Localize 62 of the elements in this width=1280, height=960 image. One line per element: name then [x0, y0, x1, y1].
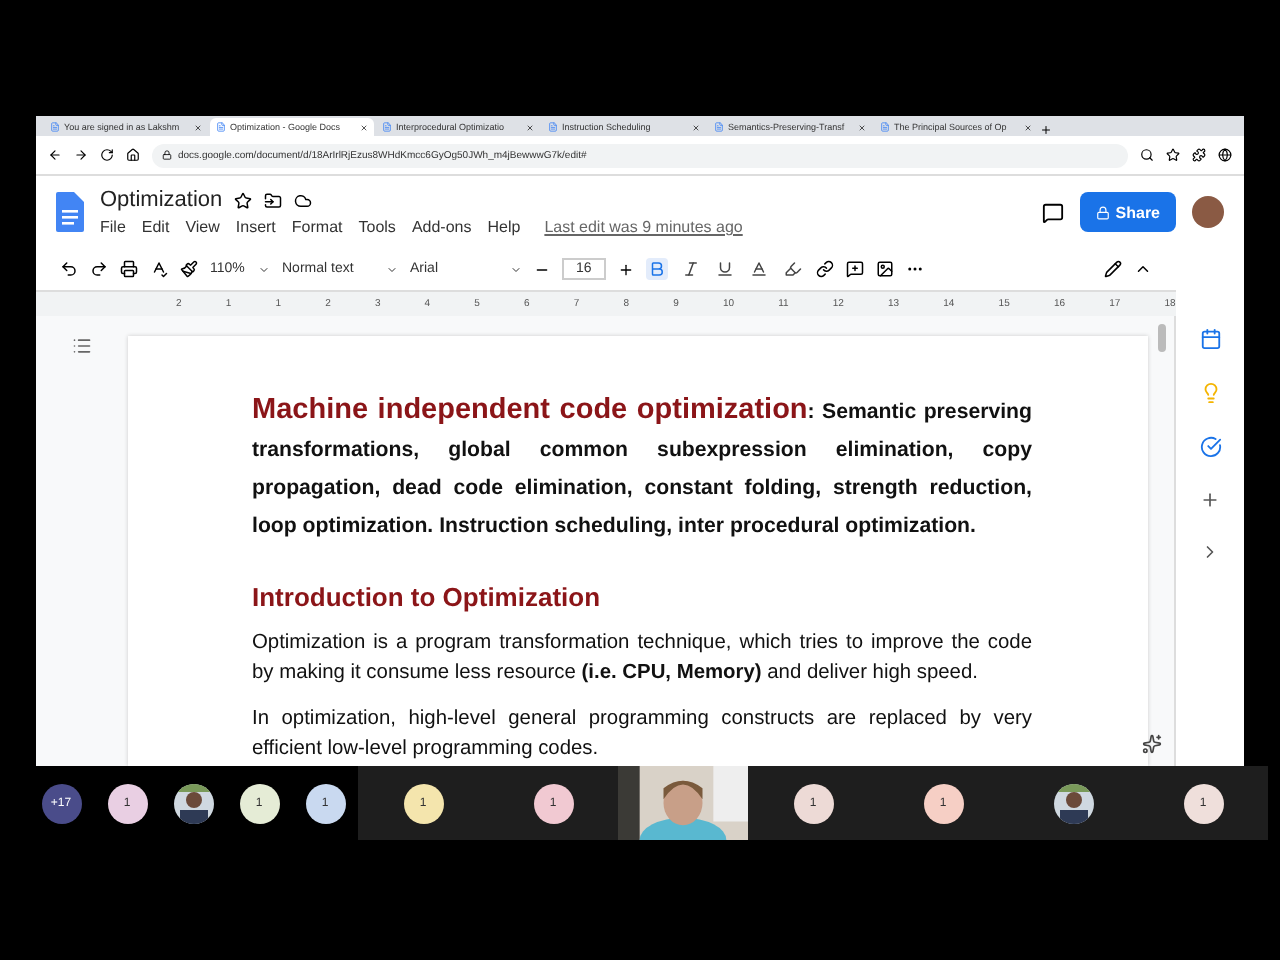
home-icon[interactable]: [126, 148, 140, 162]
comments-icon[interactable]: [1041, 201, 1064, 223]
edit-mode-icon[interactable]: [1104, 260, 1122, 278]
back-icon[interactable]: [48, 148, 62, 162]
print-icon[interactable]: [120, 260, 138, 278]
collapse-icon[interactable]: [1134, 260, 1152, 278]
menu-item[interactable]: Format: [291, 218, 343, 236]
new-tab-icon[interactable]: [1040, 124, 1052, 136]
extensions-icon[interactable]: [1192, 148, 1206, 162]
highlight-icon[interactable]: [781, 258, 804, 280]
menu-item[interactable]: Tools: [358, 218, 396, 236]
explore-icon[interactable]: [1142, 734, 1162, 754]
star-icon[interactable]: [234, 191, 253, 209]
menu-item[interactable]: View: [185, 218, 220, 236]
menu-item[interactable]: Insert: [235, 218, 276, 236]
lock-icon: [1095, 205, 1110, 219]
caret-icon: [258, 263, 270, 275]
add-icon[interactable]: [1200, 490, 1220, 510]
tasks-icon[interactable]: [1199, 436, 1221, 458]
lock-icon: [162, 150, 172, 160]
bold-icon[interactable]: [645, 258, 668, 280]
share-button[interactable]: Share: [1079, 192, 1176, 232]
link-icon[interactable]: [815, 260, 834, 278]
image-icon[interactable]: [875, 260, 894, 278]
scrollbar: [1158, 324, 1166, 352]
paragraph: In optimization, high-level general programming constructs are replaced by very efficient low-level programming codes.: [252, 706, 1032, 764]
outline-icon[interactable]: [72, 336, 92, 356]
forward-icon[interactable]: [74, 148, 88, 162]
page-icon: [50, 122, 60, 132]
docs-logo-icon: [56, 192, 84, 232]
menu-item[interactable]: File: [100, 218, 126, 236]
menu-item[interactable]: Edit: [141, 218, 170, 236]
document-title: Optimization: [100, 188, 223, 212]
paint-format-icon[interactable]: [180, 260, 198, 278]
redo-icon[interactable]: [90, 260, 108, 278]
page-icon: [216, 122, 226, 132]
page-icon: [382, 122, 392, 132]
page-icon: [548, 122, 558, 132]
page-icon: [714, 122, 724, 132]
underline-icon[interactable]: [713, 258, 736, 280]
section-heading: Introduction to Optimization: [252, 582, 603, 612]
calendar-icon[interactable]: [1199, 328, 1221, 350]
undo-icon[interactable]: [60, 260, 78, 278]
last-edit-link[interactable]: Last edit was 9 minutes ago: [544, 218, 743, 236]
avatar: [1192, 196, 1224, 228]
spellcheck-icon[interactable]: [150, 260, 168, 278]
text-color-icon[interactable]: [747, 258, 770, 280]
italic-icon[interactable]: [679, 258, 702, 280]
bookmark-icon[interactable]: [1166, 148, 1180, 162]
move-icon[interactable]: [264, 191, 283, 209]
page-icon: [880, 122, 890, 132]
zoom-icon[interactable]: [1140, 148, 1154, 162]
menu-item[interactable]: Add-ons: [411, 218, 472, 236]
reload-icon[interactable]: [100, 148, 114, 162]
caret-icon: [386, 263, 398, 275]
cloud-icon[interactable]: [294, 191, 313, 209]
caret-icon: [510, 263, 522, 275]
add-comment-icon[interactable]: [845, 260, 864, 278]
paragraph: Optimization is a program transformation technique, which tries to improve the code by making it consume less resource (i.e. CPU, Memory) and deliver high speed.: [252, 630, 1032, 688]
paragraph: Machine independent code optimization: Semantic preserving transformations, global common subexpression elimination, copy propagation, dead code elimination, constant folding, strength reduction, loop optimization. Instruction scheduling, inter procedural optimization.: [252, 392, 1032, 542]
increase-size-icon[interactable]: [617, 261, 634, 277]
menu-item[interactable]: Help: [487, 218, 521, 236]
